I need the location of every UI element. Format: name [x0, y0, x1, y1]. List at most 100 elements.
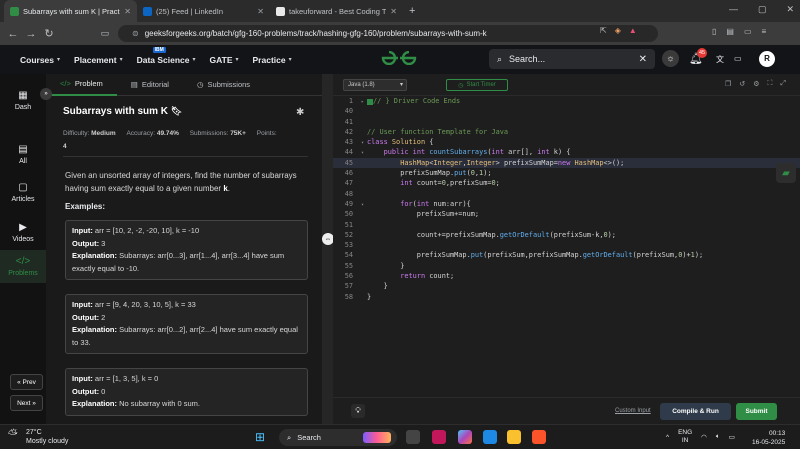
- new-tab-button[interactable]: +: [403, 5, 421, 17]
- submit-button[interactable]: Submit: [736, 403, 777, 420]
- maximize-icon[interactable]: ▢: [758, 4, 767, 15]
- close-window-icon[interactable]: ✕: [786, 4, 794, 15]
- avatar[interactable]: R: [759, 51, 775, 67]
- rail-item-videos[interactable]: ▶ Videos: [0, 222, 46, 243]
- report-bug-icon[interactable]: ✱: [296, 107, 304, 118]
- code-line[interactable]: 43 ▾ class Solution {: [333, 137, 800, 147]
- copy-icon[interactable]: ❐: [725, 80, 731, 88]
- bookmark-problem-icon[interactable]: 🔖︎: [171, 106, 182, 116]
- hint-bulb-icon[interactable]: 💡︎: [351, 404, 365, 418]
- code-line[interactable]: 57 }: [333, 281, 800, 291]
- expand-icon[interactable]: ⤢: [780, 80, 786, 88]
- code-line[interactable]: 40: [333, 106, 800, 116]
- code-line[interactable]: 48: [333, 189, 800, 199]
- taskbar-search[interactable]: ⌕ Search: [279, 429, 397, 446]
- code-line[interactable]: 53: [333, 240, 800, 250]
- fullscreen-icon[interactable]: ⛶: [767, 80, 772, 88]
- theme-toggle-icon[interactable]: ☼: [662, 50, 679, 67]
- code-area[interactable]: 1 ▸ ▬▬// } Driver Code Ends 40 41 42 // Use…: [333, 96, 800, 302]
- copilot-icon[interactable]: [458, 430, 472, 444]
- volume-icon[interactable]: 🔈︎: [716, 433, 720, 441]
- next-button[interactable]: Next »: [10, 395, 43, 411]
- search-box[interactable]: ⌕ Search... ✕: [489, 49, 655, 69]
- rail-item-problems[interactable]: </> Problems: [0, 250, 46, 283]
- close-tab-icon[interactable]: ✕: [390, 7, 397, 16]
- tab-editorial[interactable]: ▤ Editorial: [117, 74, 183, 96]
- custom-input-link[interactable]: Custom Input: [615, 408, 651, 414]
- language-select[interactable]: Java (1.8) ▾: [343, 79, 407, 91]
- file-explorer-icon[interactable]: [507, 430, 521, 444]
- task-view-icon[interactable]: [406, 430, 420, 444]
- rail-item-articles[interactable]: ▢ Articles: [0, 182, 46, 203]
- chevron-up-icon[interactable]: ^: [666, 434, 669, 441]
- gfg-logo[interactable]: [381, 50, 417, 68]
- code-text: }: [367, 292, 372, 301]
- browser-tab[interactable]: takeuforward - Best Coding Tutorial✕: [270, 0, 403, 22]
- settings-icon[interactable]: ⚙: [753, 80, 759, 88]
- code-line[interactable]: 47 int count=0,prefixSum=0;: [333, 178, 800, 188]
- share-icon[interactable]: ⇱: [600, 26, 607, 35]
- language-indicator[interactable]: ENG IN: [678, 429, 692, 445]
- reset-icon[interactable]: ↺: [739, 80, 745, 88]
- battery-icon[interactable]: ▭: [729, 433, 735, 441]
- close-tab-icon[interactable]: ✕: [257, 7, 264, 16]
- code-line[interactable]: 46 prefixSumMap.put(0,1);: [333, 168, 800, 178]
- code-line[interactable]: 54 prefixSumMap.put(prefixSum,prefixSumM…: [333, 250, 800, 260]
- rail-icon: ▶: [19, 222, 27, 233]
- bookmark-icon[interactable]: ▭: [96, 28, 114, 39]
- chat-icon[interactable]: ▰: [776, 163, 796, 183]
- clear-search-icon[interactable]: ✕: [639, 54, 647, 65]
- code-line[interactable]: 56 return count;: [333, 271, 800, 281]
- rail-item-all[interactable]: ▤ All: [0, 144, 46, 165]
- extensions-icon[interactable]: ▤: [726, 27, 734, 36]
- tab-title: takeuforward - Best Coding Tutorial: [289, 6, 387, 16]
- code-line[interactable]: 44 ▾ public int countSubarrays(int arr[],…: [333, 147, 800, 157]
- code-line[interactable]: 52 count+=prefixSumMap.getOrDefault(pref…: [333, 230, 800, 240]
- tab-problem[interactable]: </> Problem: [46, 74, 117, 96]
- tab-submissions[interactable]: ◷ Submissions: [183, 74, 264, 96]
- code-line[interactable]: 50 prefixSum+=num;: [333, 209, 800, 219]
- compile-run-button[interactable]: Compile & Run: [660, 403, 731, 420]
- code-line[interactable]: 42 // User function Template for Java: [333, 127, 800, 137]
- collapse-icon[interactable]: »: [40, 88, 52, 100]
- minimize-icon[interactable]: —: [729, 4, 738, 15]
- brave-browser-icon[interactable]: [532, 430, 546, 444]
- code-line[interactable]: 41: [333, 117, 800, 127]
- code-line[interactable]: 51: [333, 220, 800, 230]
- start-timer-button[interactable]: ◷ Start Timer: [446, 79, 508, 91]
- photos-icon[interactable]: [483, 430, 497, 444]
- wallet-icon[interactable]: ▭: [744, 27, 752, 36]
- code-line[interactable]: 1 ▸ ▬▬// } Driver Code Ends: [333, 96, 800, 106]
- windows-start-icon[interactable]: ⊞: [255, 430, 265, 444]
- wifi-icon[interactable]: ◠: [701, 433, 707, 441]
- cart-icon[interactable]: ▭: [734, 54, 742, 63]
- brave-shield-icon[interactable]: ◈: [615, 26, 621, 35]
- code-line[interactable]: 58 }: [333, 292, 800, 302]
- sidebar-icon[interactable]: ▯: [712, 27, 716, 36]
- menu-practice[interactable]: Practice: [253, 55, 286, 65]
- weather-widget[interactable]: ⛅︎ 27°C Mostly cloudy: [8, 428, 68, 446]
- code-line[interactable]: 45 HashMap<Integer,Integer> prefixSumMap…: [333, 157, 800, 169]
- close-tab-icon[interactable]: ✕: [124, 7, 131, 16]
- code-line[interactable]: 49 ▾ for(int num:arr){: [333, 199, 800, 209]
- code-line[interactable]: 55 }: [333, 261, 800, 271]
- menu-gate[interactable]: GATE: [210, 55, 233, 65]
- app-icon[interactable]: [432, 430, 446, 444]
- url-field[interactable]: ⊜ geeksforgeeks.org/batch/gfg-160-proble…: [118, 25, 658, 42]
- problem-description: Given an unsorted array of integers, fin…: [65, 169, 310, 195]
- panel-divider[interactable]: [322, 74, 333, 424]
- menu-placement[interactable]: Placement: [74, 55, 117, 65]
- translate-icon[interactable]: 文: [716, 54, 724, 65]
- forward-icon[interactable]: →: [22, 28, 40, 40]
- menu-courses[interactable]: Courses: [20, 55, 54, 65]
- browser-tab[interactable]: (25) Feed | LinkedIn ✕: [137, 0, 270, 22]
- back-icon[interactable]: ←: [4, 28, 22, 40]
- site-info-icon[interactable]: ⊜: [132, 29, 139, 38]
- menu-icon[interactable]: ≡: [762, 27, 767, 36]
- prev-button[interactable]: « Prev: [10, 374, 43, 390]
- menu-data-science[interactable]: IBM Data Science: [137, 46, 190, 65]
- reload-icon[interactable]: ↻: [40, 27, 58, 40]
- rewards-icon[interactable]: ▲: [629, 26, 637, 35]
- browser-tab[interactable]: Subarrays with sum K | Practic ✕: [4, 0, 137, 22]
- clock[interactable]: 00:13 16-05-2025: [752, 429, 785, 447]
